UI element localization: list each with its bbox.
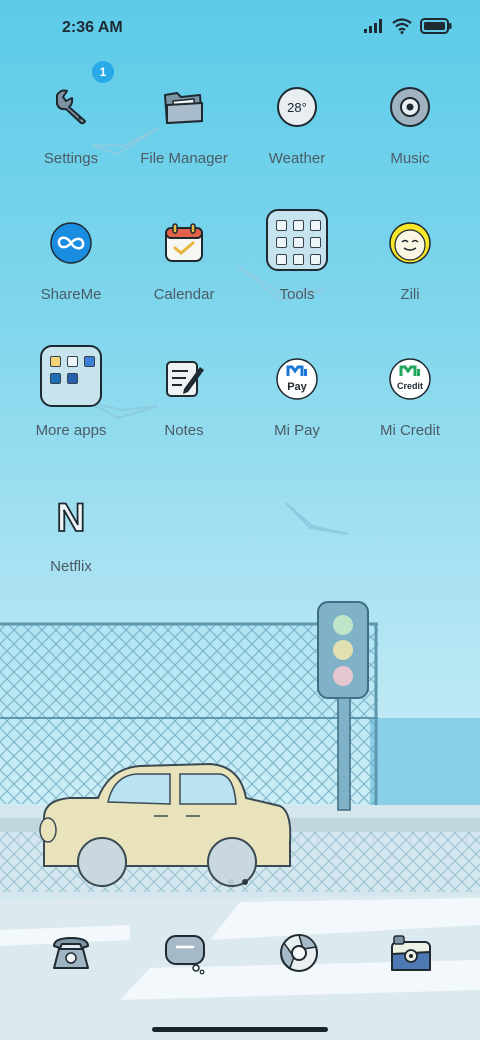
app-label: ShareMe (40, 286, 102, 303)
zili-face-icon (387, 220, 433, 266)
calendar-icon (161, 220, 207, 266)
app-calendar[interactable]: Calendar (124, 206, 244, 326)
status-icons (364, 18, 452, 34)
notes-icon (161, 356, 207, 402)
app-mi-pay[interactable]: Pay Mi Pay (237, 342, 357, 462)
netflix-letter: N (57, 496, 86, 537)
browser-icon[interactable] (276, 930, 322, 976)
mi-credit-icon: Credit (387, 356, 433, 402)
app-weather[interactable]: 28° Weather (237, 70, 357, 190)
folder-icon (161, 84, 207, 130)
tools-folder-icon (264, 207, 330, 273)
app-notes[interactable]: Notes (124, 342, 244, 462)
mi-credit-text: Credit (397, 381, 423, 391)
wrench-icon (48, 84, 94, 130)
dock (0, 930, 480, 990)
weather-icon: 28° (274, 84, 320, 130)
shareme-icon (48, 220, 94, 266)
app-settings[interactable]: Settings (11, 70, 131, 190)
battery-icon (420, 18, 452, 34)
app-label: Zili (400, 286, 420, 303)
app-label: Weather (268, 150, 326, 167)
app-tools-folder[interactable]: Tools (237, 206, 357, 326)
more-apps-folder-icon (38, 343, 104, 409)
home-screen: 2:36 AM Settings 1 File Manager 28° Weat… (0, 0, 480, 1040)
messages-icon[interactable] (162, 930, 208, 976)
music-disc-icon (387, 84, 433, 130)
page-dot (228, 879, 234, 885)
app-label: Notes (164, 422, 204, 439)
app-netflix[interactable]: N Netflix (11, 478, 131, 598)
signal-icon (364, 19, 382, 33)
weather-temperature: 28° (287, 100, 307, 115)
notification-badge: 1 (92, 61, 114, 83)
camera-icon[interactable] (388, 930, 434, 976)
app-label: More apps (35, 422, 107, 439)
app-more-apps-folder[interactable]: More apps (11, 342, 131, 462)
mi-pay-icon: Pay (274, 356, 320, 402)
phone-icon[interactable] (48, 930, 94, 976)
home-indicator[interactable] (152, 1027, 328, 1032)
app-label: Netflix (50, 558, 92, 575)
wifi-icon (392, 18, 412, 34)
page-indicator (228, 879, 248, 885)
netflix-icon: N (48, 492, 94, 538)
app-label: Settings (43, 150, 99, 167)
app-file-manager[interactable]: File Manager (124, 70, 244, 190)
page-dot-active (242, 879, 248, 885)
app-label: Calendar (153, 286, 215, 303)
app-label: Tools (279, 286, 315, 303)
app-music[interactable]: Music (350, 70, 470, 190)
app-shareme[interactable]: ShareMe (11, 206, 131, 326)
status-bar: 2:36 AM (0, 0, 480, 56)
app-mi-credit[interactable]: Credit Mi Credit (350, 342, 470, 462)
app-label: Mi Credit (379, 422, 440, 439)
app-zili[interactable]: Zili (350, 206, 470, 326)
app-label: Music (390, 150, 430, 167)
status-time: 2:36 AM (62, 19, 123, 36)
mi-pay-text: Pay (287, 381, 307, 393)
app-label: Mi Pay (274, 422, 320, 439)
app-label: File Manager (140, 150, 228, 167)
